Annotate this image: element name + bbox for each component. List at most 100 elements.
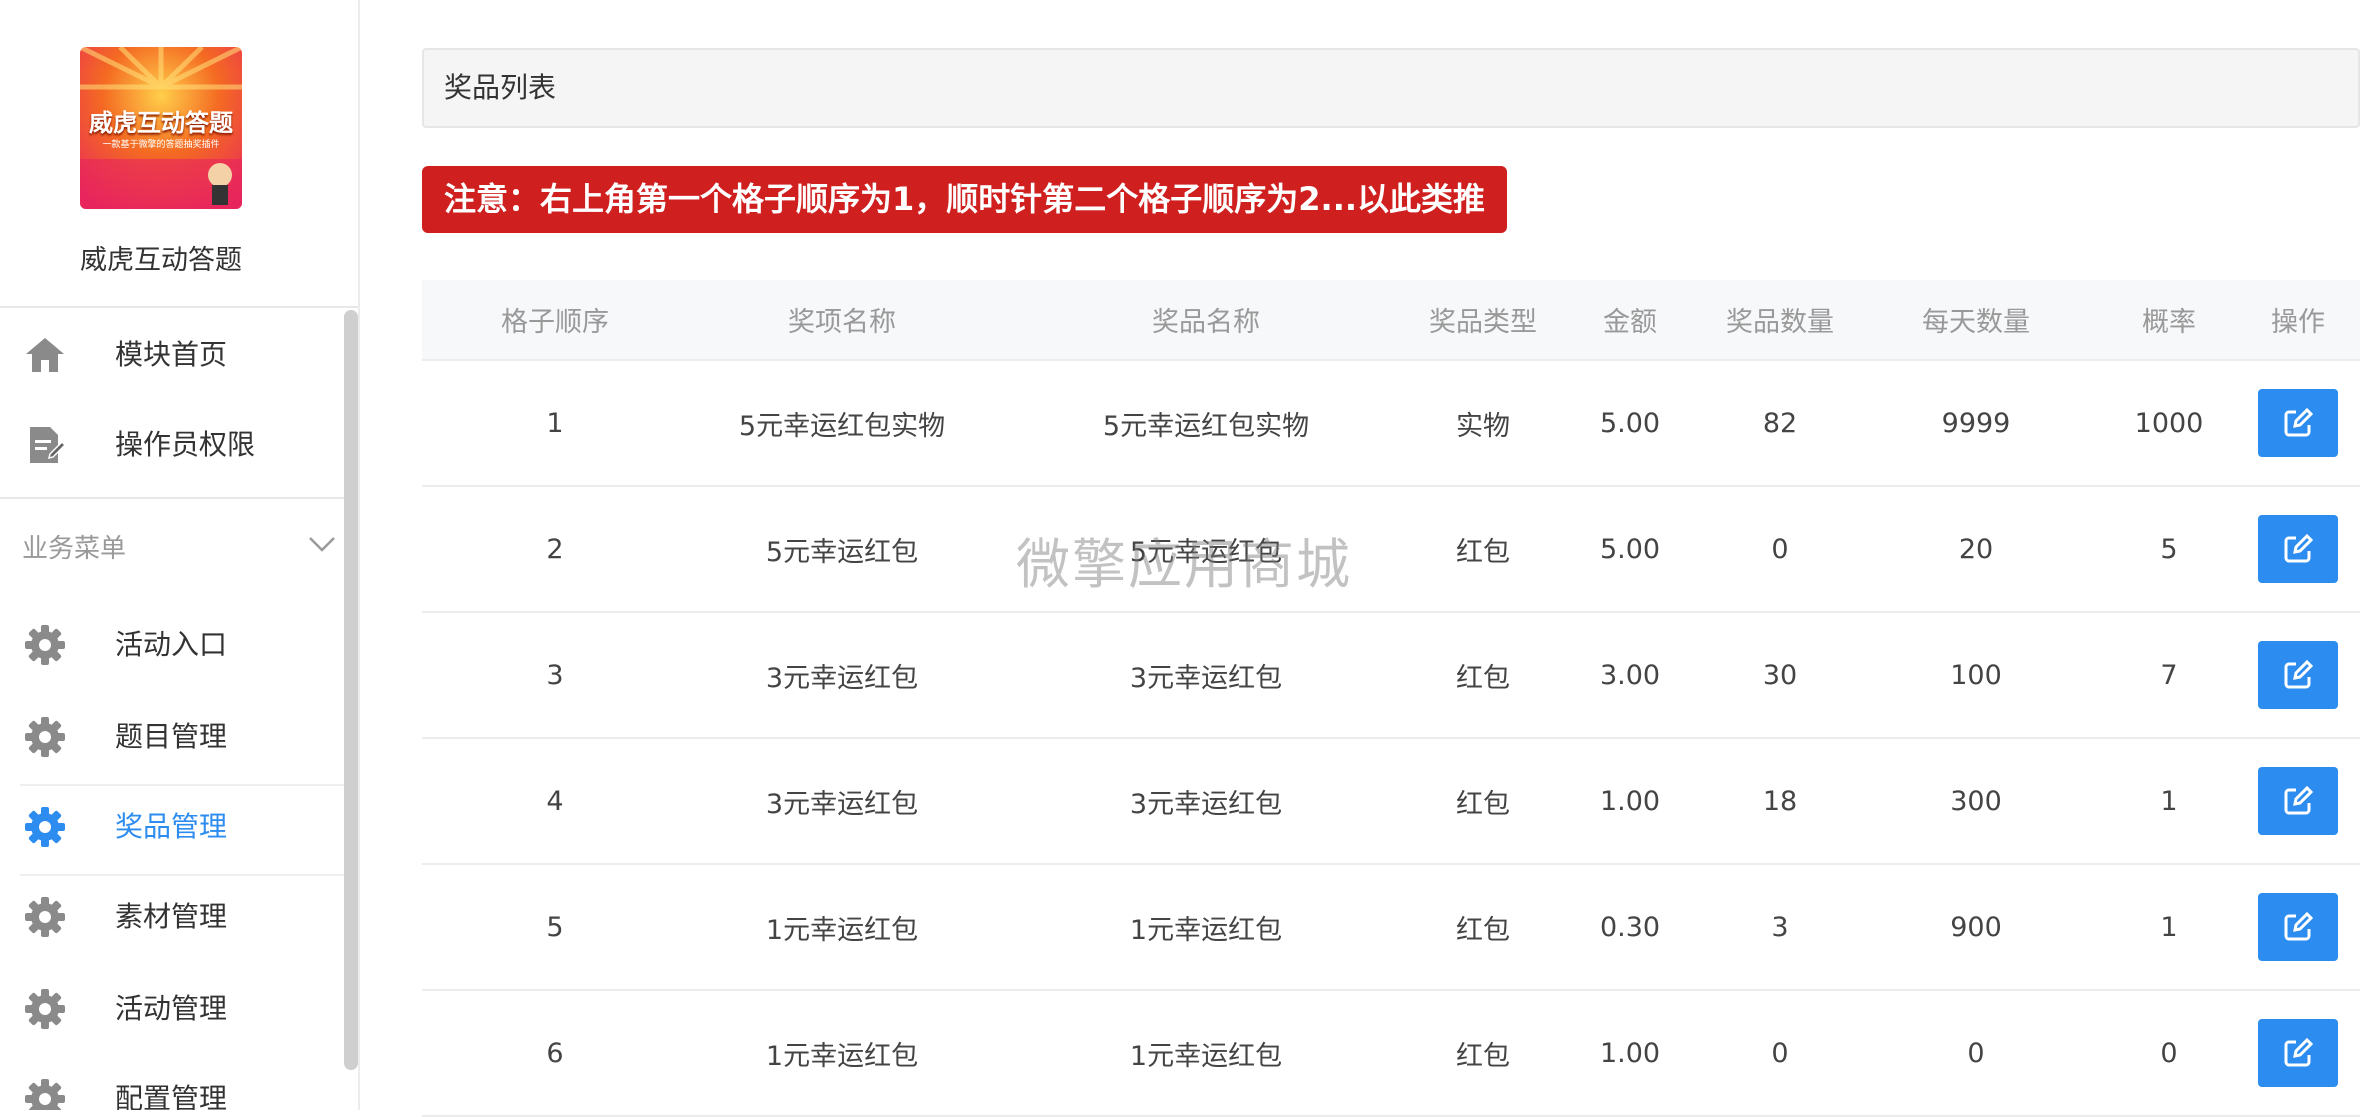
cell-probability: 7 [2102, 612, 2236, 739]
nav-item-label: 活动管理 [115, 992, 228, 1025]
gear-icon [24, 988, 66, 1030]
panel-header: 奖品列表 [422, 48, 2360, 128]
cell-prize-name: 3元幸运红包 [996, 738, 1416, 865]
column-header: 每天数量 [1850, 280, 2102, 361]
edit-button[interactable] [2258, 767, 2338, 835]
cell-prize-quantity: 0 [1710, 486, 1850, 613]
home-icon [24, 334, 66, 376]
nav-item-label: 奖品管理 [115, 810, 228, 843]
cell-slot-order: 5 [422, 864, 688, 991]
cell-daily-quantity: 900 [1850, 864, 2102, 991]
nav-item-material-management[interactable]: 素材管理 [20, 872, 342, 962]
cell-slot-order: 1 [422, 360, 688, 487]
cell-probability: 0 [2102, 990, 2236, 1117]
cell-prize-name: 5元幸运红包实物 [996, 360, 1416, 487]
nav-item-module-home[interactable]: 模块首页 [20, 310, 342, 400]
prize-table: 格子顺序 奖项名称 奖品名称 奖品类型 金额 奖品数量 每天数量 概率 操作 1… [422, 280, 2360, 1117]
edit-icon [2284, 1037, 2314, 1067]
cell-daily-quantity: 300 [1850, 738, 2102, 865]
cell-amount: 1.00 [1550, 738, 1710, 865]
table-row: 5 1元幸运红包 1元幸运红包 红包 0.30 3 900 1 [422, 864, 2360, 991]
cell-award-name: 3元幸运红包 [688, 612, 996, 739]
column-header: 奖品数量 [1710, 280, 1850, 361]
panel-title: 奖品列表 [444, 71, 557, 104]
brand-name: 威虎互动答题 [80, 245, 242, 276]
cell-slot-order: 4 [422, 738, 688, 865]
nav-item-question-management[interactable]: 题目管理 [20, 692, 342, 782]
cell-daily-quantity: 9999 [1850, 360, 2102, 487]
table-row: 6 1元幸运红包 1元幸运红包 红包 1.00 0 0 0 [422, 990, 2360, 1117]
cell-slot-order: 3 [422, 612, 688, 739]
column-header: 金额 [1550, 280, 1710, 361]
cell-award-name: 5元幸运红包实物 [688, 360, 996, 487]
cell-slot-order: 6 [422, 990, 688, 1117]
cell-amount: 5.00 [1550, 360, 1710, 487]
chevron-down-icon[interactable] [306, 528, 338, 560]
logo-text: 威虎互动答题 [89, 109, 233, 137]
cell-actions [2236, 864, 2360, 991]
cell-probability: 1 [2102, 738, 2236, 865]
sidebar-scrollbar[interactable] [344, 310, 358, 1070]
nav-item-activity-entry[interactable]: 活动入口 [20, 600, 342, 690]
gear-icon [24, 716, 66, 758]
edit-button[interactable] [2258, 389, 2338, 457]
edit-icon [2284, 785, 2314, 815]
cell-award-name: 5元幸运红包 [688, 486, 996, 613]
column-header: 概率 [2102, 280, 2236, 361]
nav-item-label: 题目管理 [115, 720, 228, 753]
edit-button[interactable] [2258, 515, 2338, 583]
column-header: 格子顺序 [422, 280, 688, 361]
logo-subtext: 一款基于微擎的答题抽奖插件 [102, 140, 220, 150]
cell-probability: 5 [2102, 486, 2236, 613]
table-row: 3 3元幸运红包 3元幸运红包 红包 3.00 30 100 7 [422, 612, 2360, 739]
edit-button[interactable] [2258, 1019, 2338, 1087]
cell-actions [2236, 990, 2360, 1117]
column-header: 操作 [2236, 280, 2360, 361]
cell-prize-type: 红包 [1416, 738, 1550, 865]
cell-daily-quantity: 100 [1850, 612, 2102, 739]
column-header: 奖品类型 [1416, 280, 1550, 361]
nav-item-label: 素材管理 [115, 900, 228, 933]
cell-prize-quantity: 0 [1710, 990, 1850, 1117]
nav-item-prize-management[interactable]: 奖品管理 [20, 782, 342, 872]
nav-item-label: 活动入口 [115, 628, 228, 661]
table-row: 4 3元幸运红包 3元幸运红包 红包 1.00 18 300 1 [422, 738, 2360, 865]
sidebar-divider [0, 497, 358, 499]
cell-daily-quantity: 20 [1850, 486, 2102, 613]
nav-item-label: 配置管理 [115, 1082, 228, 1110]
cell-slot-order: 2 [422, 486, 688, 613]
nav-item-activity-management[interactable]: 活动管理 [20, 964, 342, 1054]
edit-button[interactable] [2258, 641, 2338, 709]
cell-actions [2236, 360, 2360, 487]
notice-banner: 注意：右上角第一个格子顺序为1，顺时针第二个格子顺序为2...以此类推 [422, 166, 1508, 233]
table-row: 2 5元幸运红包 5元幸运红包 红包 5.00 0 20 5 [422, 486, 2360, 613]
gear-icon [24, 896, 66, 938]
cell-award-name: 1元幸运红包 [688, 864, 996, 991]
gear-icon [24, 806, 66, 848]
edit-icon [2284, 659, 2314, 689]
nav-item-operator-permissions[interactable]: 操作员权限 [20, 400, 342, 490]
cell-prize-quantity: 18 [1710, 738, 1850, 865]
app-logo: 威虎互动答题 一款基于微擎的答题抽奖插件 [80, 47, 242, 209]
edit-button[interactable] [2258, 893, 2338, 961]
table-header-row: 格子顺序 奖项名称 奖品名称 奖品类型 金额 奖品数量 每天数量 概率 操作 [422, 280, 2360, 361]
gear-icon [24, 1078, 66, 1110]
cell-amount: 0.30 [1550, 864, 1710, 991]
cell-prize-quantity: 3 [1710, 864, 1850, 991]
cell-prize-type: 红包 [1416, 864, 1550, 991]
cell-prize-type: 红包 [1416, 486, 1550, 613]
nav-item-label: 模块首页 [115, 338, 228, 371]
cell-probability: 1 [2102, 864, 2236, 991]
sidebar: 威虎互动答题 一款基于微擎的答题抽奖插件 威虎互动答题 模块首页 操作员权限 业… [0, 0, 360, 1110]
cell-probability: 1000 [2102, 360, 2236, 487]
cell-award-name: 3元幸运红包 [688, 738, 996, 865]
cell-prize-name: 1元幸运红包 [996, 864, 1416, 991]
cell-prize-type: 红包 [1416, 612, 1550, 739]
cell-actions [2236, 612, 2360, 739]
cell-prize-name: 3元幸运红包 [996, 612, 1416, 739]
document-edit-icon [24, 424, 67, 466]
nav-item-config-management[interactable]: 配置管理 [20, 1054, 342, 1110]
cell-prize-type: 实物 [1416, 360, 1550, 487]
cell-prize-quantity: 30 [1710, 612, 1850, 739]
cell-prize-quantity: 82 [1710, 360, 1850, 487]
